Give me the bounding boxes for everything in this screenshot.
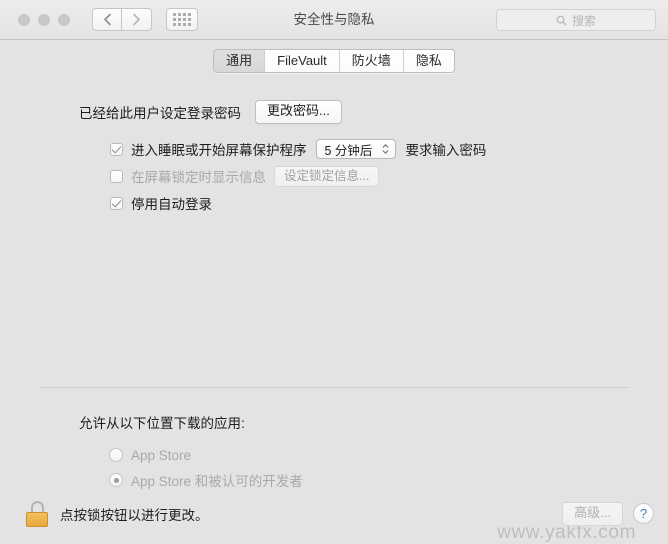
show-lock-message-checkbox[interactable] bbox=[110, 169, 123, 183]
chevron-right-icon bbox=[132, 13, 141, 26]
search-input[interactable]: 搜索 bbox=[496, 9, 656, 31]
allowed-downloads-title: 允许从以下位置下载的应用: bbox=[79, 416, 245, 431]
allow-appstore-row: App Store bbox=[109, 444, 303, 466]
chevron-left-icon bbox=[103, 13, 112, 26]
tab-firewall[interactable]: 防火墙 bbox=[339, 50, 404, 72]
section-divider bbox=[40, 387, 630, 388]
traffic-lights bbox=[18, 13, 70, 26]
tab-bar: 通用 FileVault 防火墙 隐私 bbox=[0, 40, 668, 82]
forward-button[interactable] bbox=[122, 8, 152, 31]
allow-appstore-radio[interactable] bbox=[109, 448, 123, 462]
change-password-button[interactable]: 更改密码... bbox=[255, 100, 342, 124]
require-password-delay-dropdown[interactable]: 5 分钟后 bbox=[315, 139, 397, 160]
allowed-downloads-section: 允许从以下位置下载的应用: App Store App Store 和被认可的开… bbox=[79, 412, 303, 494]
advanced-button[interactable]: 高级... bbox=[562, 502, 623, 526]
allow-appstore-label: App Store bbox=[131, 447, 192, 463]
show-lock-message-label: 在屏幕锁定时显示信息 bbox=[131, 170, 266, 186]
help-button[interactable]: ? bbox=[633, 503, 654, 525]
footer-buttons: 高级... ? bbox=[562, 502, 654, 526]
window-titlebar: 安全性与隐私 搜索 bbox=[0, 0, 668, 40]
disable-auto-login-label: 停用自动登录 bbox=[131, 197, 212, 213]
set-lock-message-button[interactable]: 设定锁定信息... bbox=[274, 165, 380, 188]
close-button[interactable] bbox=[18, 13, 30, 26]
show-all-button[interactable] bbox=[166, 8, 198, 31]
grid-view-icon bbox=[173, 13, 191, 26]
lock-area: 点按锁按钮以进行更改。 bbox=[26, 501, 209, 527]
require-password-checkbox[interactable] bbox=[110, 142, 123, 156]
navigation-buttons bbox=[92, 8, 152, 31]
security-privacy-window: 安全性与隐私 搜索 通用 FileVault 防火墙 隐私 已经给此用户设定登录… bbox=[0, 0, 668, 543]
require-password-label: 进入睡眠或开始屏幕保护程序 bbox=[131, 143, 307, 159]
require-password-delay-value: 5 分钟后 bbox=[324, 143, 373, 158]
login-password-label: 已经给此用户设定登录密码 bbox=[79, 105, 241, 121]
zoom-button[interactable] bbox=[58, 13, 70, 26]
login-password-row: 已经给此用户设定登录密码 更改密码... bbox=[79, 100, 628, 124]
search-placeholder: 搜索 bbox=[571, 13, 596, 28]
minimize-button[interactable] bbox=[38, 13, 50, 26]
disable-auto-login-checkbox[interactable] bbox=[110, 196, 123, 210]
tab-general[interactable]: 通用 bbox=[214, 50, 266, 72]
require-password-suffix-label: 要求输入密码 bbox=[405, 143, 487, 159]
tab-privacy[interactable]: 隐私 bbox=[403, 50, 454, 72]
lock-closed-icon[interactable] bbox=[26, 501, 48, 527]
search-icon bbox=[556, 15, 567, 26]
general-pane: 已经给此用户设定登录密码 更改密码... 进入睡眠或开始屏幕保护程序 5 分钟后… bbox=[0, 82, 668, 543]
tab-filevault[interactable]: FileVault bbox=[265, 50, 340, 72]
back-button[interactable] bbox=[92, 8, 122, 31]
show-lock-message-row: 在屏幕锁定时显示信息 设定锁定信息... bbox=[110, 165, 628, 188]
require-password-row: 进入睡眠或开始屏幕保护程序 5 分钟后 要求输入密码 bbox=[110, 138, 628, 161]
lock-hint-text: 点按锁按钮以进行更改。 bbox=[60, 508, 209, 523]
disable-auto-login-row: 停用自动登录 bbox=[110, 192, 628, 215]
security-options-list: 进入睡眠或开始屏幕保护程序 5 分钟后 要求输入密码 在屏幕锁定时显示信息 设定… bbox=[110, 138, 628, 215]
window-footer: 点按锁按钮以进行更改。 高级... ? bbox=[0, 485, 668, 543]
chevron-updown-icon bbox=[382, 144, 389, 155]
